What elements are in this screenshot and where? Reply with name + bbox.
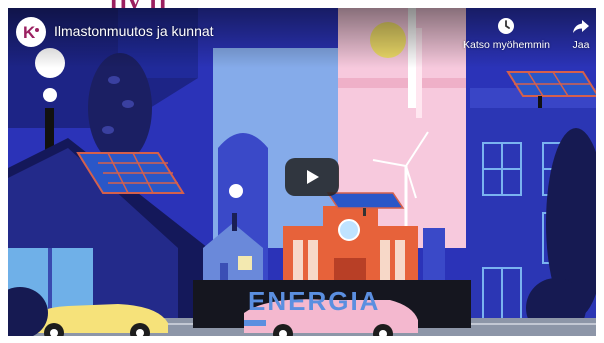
share-label: Jaa bbox=[572, 39, 590, 51]
watch-later-label: Katso myöhemmin bbox=[463, 39, 550, 51]
clock-icon bbox=[498, 18, 515, 34]
video-title[interactable]: Ilmastonmuutos ja kunnat bbox=[54, 23, 214, 39]
watch-later-button[interactable]: Katso myöhemmin bbox=[463, 16, 550, 51]
svg-text:K: K bbox=[23, 23, 36, 42]
play-button[interactable] bbox=[285, 158, 339, 196]
video-player[interactable]: ENERGIA K Ilmastonmuutos ja kunnat Katso… bbox=[8, 8, 596, 336]
page: ijy ij bbox=[0, 0, 604, 343]
channel-logo-icon: K bbox=[23, 23, 39, 42]
energy-banner-text: ENERGIA bbox=[248, 286, 380, 316]
page-header-strip: ijy ij bbox=[0, 0, 604, 15]
share-arrow-icon bbox=[573, 20, 589, 33]
channel-avatar[interactable]: K bbox=[16, 17, 46, 47]
share-button[interactable]: Jaa bbox=[571, 16, 591, 51]
play-icon bbox=[307, 170, 319, 184]
